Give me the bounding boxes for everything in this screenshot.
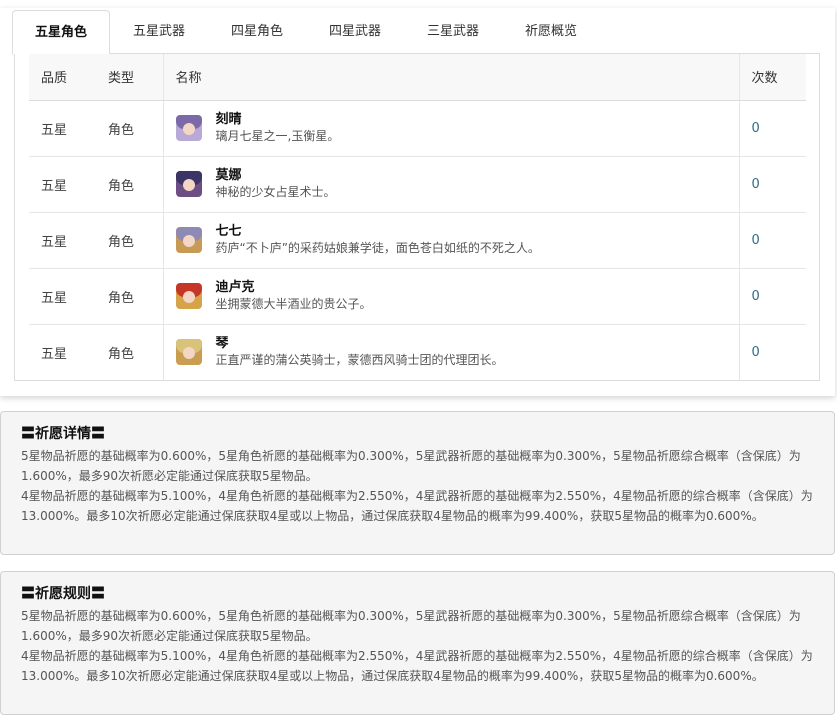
wish-rules-five-star-text: 5星物品祈愿的基础概率为0.600%，5星角色祈愿的基础概率为0.300%，5星… <box>21 609 801 643</box>
cell-quality: 五星 <box>29 211 96 268</box>
tab-three-star-weapon[interactable]: 三星武器 <box>404 10 502 54</box>
cell-quality: 五星 <box>29 99 96 156</box>
header-type: 类型 <box>96 54 163 101</box>
tab-bar: 五星角色 五星武器 四星角色 四星武器 三星武器 祈愿概览 <box>12 10 820 55</box>
cell-count: 0 <box>738 155 806 212</box>
cell-name: 琴 正直严谨的蒲公英骑士，蒙德西风骑士团的代理团长。 <box>162 323 739 380</box>
table-row: 五星 角色 莫娜 神秘的少女占星术士。 0 <box>29 155 806 212</box>
cell-quality: 五星 <box>29 155 96 212</box>
character-description: 神秘的少女占星术士。 <box>215 185 336 199</box>
mona-avatar-icon <box>175 171 202 197</box>
keqing-avatar-icon <box>175 115 202 141</box>
cell-quality: 五星 <box>29 267 96 324</box>
cell-name: 莫娜 神秘的少女占星术士。 <box>162 155 739 212</box>
cell-quality: 五星 <box>29 323 96 380</box>
cell-count: 0 <box>738 323 806 380</box>
cell-name: 七七 药庐“不卜庐”的采药姑娘兼学徒，面色苍白如纸的不死之人。 <box>162 211 739 268</box>
cell-count: 0 <box>738 211 806 268</box>
cell-name: 迪卢克 坐拥蒙德大半酒业的贵公子。 <box>162 267 739 324</box>
character-name: 迪卢克 <box>215 280 255 295</box>
table-row: 五星 角色 迪卢克 坐拥蒙德大半酒业的贵公子。 0 <box>29 267 806 324</box>
tab-four-star-character[interactable]: 四星角色 <box>208 10 306 54</box>
character-name: 莫娜 <box>215 168 242 183</box>
tab-panel: 品质 类型 名称 次数 五星 角色 刻晴 璃月七星之一,玉衡星。 0 五星 角色… <box>14 54 820 381</box>
diluc-avatar-icon <box>175 283 202 309</box>
wish-details-five-star-text: 5星物品祈愿的基础概率为0.600%，5星角色祈愿的基础概率为0.300%，5星… <box>21 449 801 483</box>
cell-type: 角色 <box>96 155 163 212</box>
wish-rules-title: 〓祈愿规则〓 <box>21 586 105 602</box>
cell-name: 刻晴 璃月七星之一,玉衡星。 <box>162 99 739 156</box>
character-description: 正直严谨的蒲公英骑士，蒙德西风骑士团的代理团长。 <box>215 353 504 368</box>
wish-details-panel: 〓祈愿详情〓 5星物品祈愿的基础概率为0.600%，5星角色祈愿的基础概率为0.… <box>0 411 835 555</box>
header-name: 名称 <box>162 54 739 101</box>
tab-five-star-character[interactable]: 五星角色 <box>12 10 110 55</box>
wish-rules-panel: 〓祈愿规则〓 5星物品祈愿的基础概率为0.600%，5星角色祈愿的基础概率为0.… <box>0 571 835 715</box>
character-name: 琴 <box>215 336 229 352</box>
table-row: 五星 角色 琴 正直严谨的蒲公英骑士，蒙德西风骑士团的代理团长。 0 <box>29 323 806 380</box>
character-name: 刻晴 <box>215 112 242 127</box>
character-description: 坐拥蒙德大半酒业的贵公子。 <box>215 297 372 311</box>
wish-table: 品质 类型 名称 次数 五星 角色 刻晴 璃月七星之一,玉衡星。 0 五星 角色… <box>29 54 806 380</box>
cell-type: 角色 <box>96 267 163 324</box>
character-description: 药庐“不卜庐”的采药姑娘兼学徒，面色苍白如纸的不死之人。 <box>215 241 540 255</box>
wish-rules-four-star-text: 4星物品祈愿的基础概率为5.100%，4星角色祈愿的基础概率为2.550%，4星… <box>21 649 813 683</box>
qiqi-avatar-icon <box>175 227 202 253</box>
wish-details-title: 〓祈愿详情〓 <box>21 426 105 442</box>
cell-type: 角色 <box>96 211 163 268</box>
cell-type: 角色 <box>96 323 163 380</box>
wish-history-card: 五星角色 五星武器 四星角色 四星武器 三星武器 祈愿概览 品质 类型 名称 次… <box>0 8 835 396</box>
character-description: 璃月七星之一,玉衡星。 <box>215 129 340 143</box>
cell-type: 角色 <box>96 99 163 156</box>
wish-details-four-star-text: 4星物品祈愿的基础概率为5.100%，4星角色祈愿的基础概率为2.550%，4星… <box>21 489 813 523</box>
table-header-row: 品质 类型 名称 次数 <box>29 54 806 101</box>
jean-avatar-icon <box>175 339 202 366</box>
table-row: 五星 角色 刻晴 璃月七星之一,玉衡星。 0 <box>29 99 806 156</box>
character-name: 七七 <box>215 224 242 239</box>
tab-four-star-weapon[interactable]: 四星武器 <box>306 10 404 54</box>
cell-count: 0 <box>738 267 806 324</box>
tab-five-star-weapon[interactable]: 五星武器 <box>110 10 208 54</box>
tab-wish-overview[interactable]: 祈愿概览 <box>502 10 600 54</box>
cell-count: 0 <box>738 99 806 156</box>
header-quality: 品质 <box>29 54 96 101</box>
header-count: 次数 <box>738 54 806 101</box>
table-row: 五星 角色 七七 药庐“不卜庐”的采药姑娘兼学徒，面色苍白如纸的不死之人。 0 <box>29 211 806 268</box>
